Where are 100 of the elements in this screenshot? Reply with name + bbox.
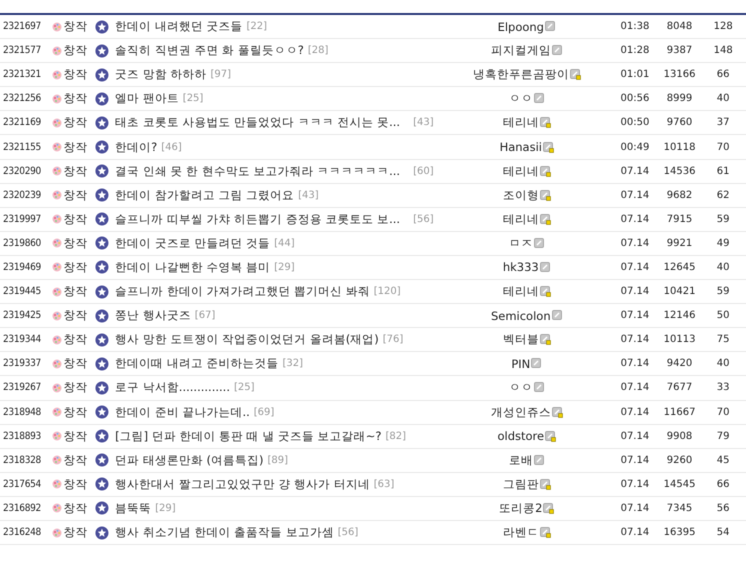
post-title-link[interactable]: 로구 낙서함.............. [115, 380, 230, 396]
recommend-count: 37 [716, 117, 731, 128]
author-name[interactable]: hk333 [502, 260, 539, 274]
category-label: 창작 [64, 500, 88, 516]
view-count: 9921 [666, 238, 694, 249]
view-count: 12146 [662, 310, 696, 322]
category-label: 창작 [64, 284, 88, 300]
author-name[interactable]: ㅁㅈ [508, 236, 533, 251]
author-name[interactable]: 테리네 [502, 164, 539, 179]
palette-icon [52, 431, 62, 442]
author-name[interactable]: PIN [511, 356, 530, 371]
post-number: 2321169 [2, 117, 42, 128]
view-count: 9908 [666, 430, 694, 442]
author-name[interactable]: 라벤ㄷ [502, 525, 539, 540]
post-title-link[interactable]: 븜뚝뚝 [115, 500, 152, 516]
post-number: 2319425 [2, 310, 42, 322]
star-icon [95, 356, 110, 371]
recommend-count: 54 [716, 527, 731, 538]
author-name[interactable]: Hanasii [500, 140, 542, 154]
recommend-count: 61 [716, 166, 731, 177]
view-count: 16395 [662, 527, 696, 538]
recommend-count: 59 [716, 286, 731, 298]
star-icon [95, 477, 110, 492]
view-count: 9387 [666, 45, 694, 56]
palette-icon [52, 70, 62, 80]
view-count: 11667 [662, 406, 696, 418]
post-title-link[interactable]: 한데이때 내려고 준비하는것들 [115, 356, 278, 372]
post-date: 07.14 [620, 358, 650, 370]
post-title-link[interactable]: 태초 코롯토 사용법도 만들었었다 ㅋㅋㅋ 전시는 못... [115, 115, 410, 130]
post-title-link[interactable]: 한데이 내려했던 굿즈들 [115, 19, 242, 34]
recommend-count: 79 [716, 430, 731, 442]
post-number: 2319344 [2, 334, 42, 346]
category-label: 창작 [64, 404, 88, 420]
category-label: 창작 [64, 525, 88, 540]
post-title-link[interactable]: 한데이? [115, 140, 158, 155]
author-name[interactable]: ㅇㅇ [508, 91, 533, 106]
recommend-count: 62 [716, 190, 731, 201]
post-date: 07.14 [620, 286, 650, 298]
recommend-count: 148 [712, 45, 734, 56]
author-name[interactable]: oldstore [497, 429, 544, 444]
view-count: 8048 [666, 21, 694, 32]
category-label: 창작 [64, 308, 88, 324]
view-count: 7345 [666, 502, 694, 514]
post-number: 2320290 [2, 166, 42, 177]
palette-icon [52, 238, 62, 248]
star-icon [95, 92, 110, 106]
post-title-link[interactable]: 쫑난 행사굿즈 [115, 308, 191, 324]
author-name[interactable]: 로배 [508, 452, 533, 468]
post-title-link[interactable]: 굿즈 망함 하하하 [115, 67, 206, 82]
author-name[interactable]: 테리네 [502, 115, 539, 130]
recommend-count: 50 [716, 310, 731, 322]
category-label: 창작 [64, 212, 88, 227]
post-title-link[interactable]: 엘마 팬아트 [115, 91, 179, 106]
author-name[interactable]: 테리네 [502, 212, 539, 227]
post-number: 2319445 [2, 286, 42, 298]
post-title-link[interactable]: 슬프니까 띠부씰 가챠 히든뽑기 증정용 코롯토도 보... [115, 212, 410, 227]
author-name[interactable]: 또리콩2 [499, 500, 542, 516]
author-name[interactable]: Elpoong [498, 20, 544, 34]
author-name[interactable]: 그림판 [502, 476, 539, 492]
star-icon [95, 380, 110, 395]
category-label: 창작 [64, 43, 88, 58]
author-name[interactable]: ㅇㅇ [508, 380, 533, 396]
post-title-link[interactable]: 던파 태생론만화 (여름특집) [115, 452, 264, 468]
recommend-count: 56 [716, 502, 731, 514]
post-title-link[interactable]: 한데이 굿즈로 만들려던 것들 [115, 236, 270, 251]
post-number: 2316248 [2, 527, 42, 538]
star-icon [95, 116, 110, 130]
post-date: 07.14 [620, 502, 650, 514]
post-title-link[interactable]: [그림] 던파 한데이 통판 때 낼 굿즈들 보고갈래~? [115, 428, 382, 444]
star-icon [95, 260, 110, 274]
post-title-link[interactable]: 행사 망한 도트쟁이 작업중이었던거 올려봄(재업) [115, 332, 379, 348]
author-name[interactable]: 개성인쥬스 [490, 404, 551, 420]
post-date: 07.14 [620, 214, 650, 225]
palette-icon [52, 310, 62, 321]
author-name[interactable]: 피지컬게임 [490, 43, 551, 58]
palette-icon [52, 94, 62, 104]
post-title-link[interactable]: 슬프니까 한데이 가져가려고했던 뽑기머신 봐줘 [115, 284, 370, 300]
post-title-link[interactable]: 행사한대서 짤그리고있었구만 걍 행사가 터지네 [115, 476, 370, 492]
author-name[interactable]: Semicolon [490, 308, 551, 323]
post-title-link[interactable]: 한데이 나갈뻔한 수영복 븜미 [115, 260, 270, 275]
author-name[interactable]: 냉혹한푸른곰팡이 [472, 67, 569, 82]
post-title-link[interactable]: 한데이 준비 끝나가는데.. [115, 404, 250, 420]
palette-icon [52, 358, 62, 369]
post-title-link[interactable]: 솔직히 직변권 주면 화 풀릴듯ㅇㅇ? [115, 43, 304, 58]
author-name[interactable]: 벡터블 [502, 332, 539, 348]
post-date: 07.14 [620, 406, 650, 418]
palette-icon [52, 22, 62, 32]
recommend-count: 59 [716, 214, 731, 225]
post-title-link[interactable]: 결국 인쇄 못 한 현수막도 보고가줘라 ㅋㅋㅋㅋㅋㅋ... [115, 164, 410, 179]
category-label: 창작 [64, 332, 88, 348]
author-name[interactable]: 조이형 [502, 188, 539, 203]
post-title-link[interactable]: 행사 취소기념 한데이 출품작들 보고가셈 [115, 525, 334, 540]
star-icon [95, 236, 110, 250]
post-title-link[interactable]: 한데이 참가할려고 그림 그렸어요 [115, 188, 294, 203]
author-name[interactable]: 테리네 [502, 284, 539, 300]
view-count: 13166 [662, 69, 696, 80]
recommend-count: 75 [716, 334, 731, 346]
palette-icon [52, 407, 62, 418]
category-label: 창작 [64, 356, 88, 372]
view-count: 9682 [666, 190, 694, 201]
